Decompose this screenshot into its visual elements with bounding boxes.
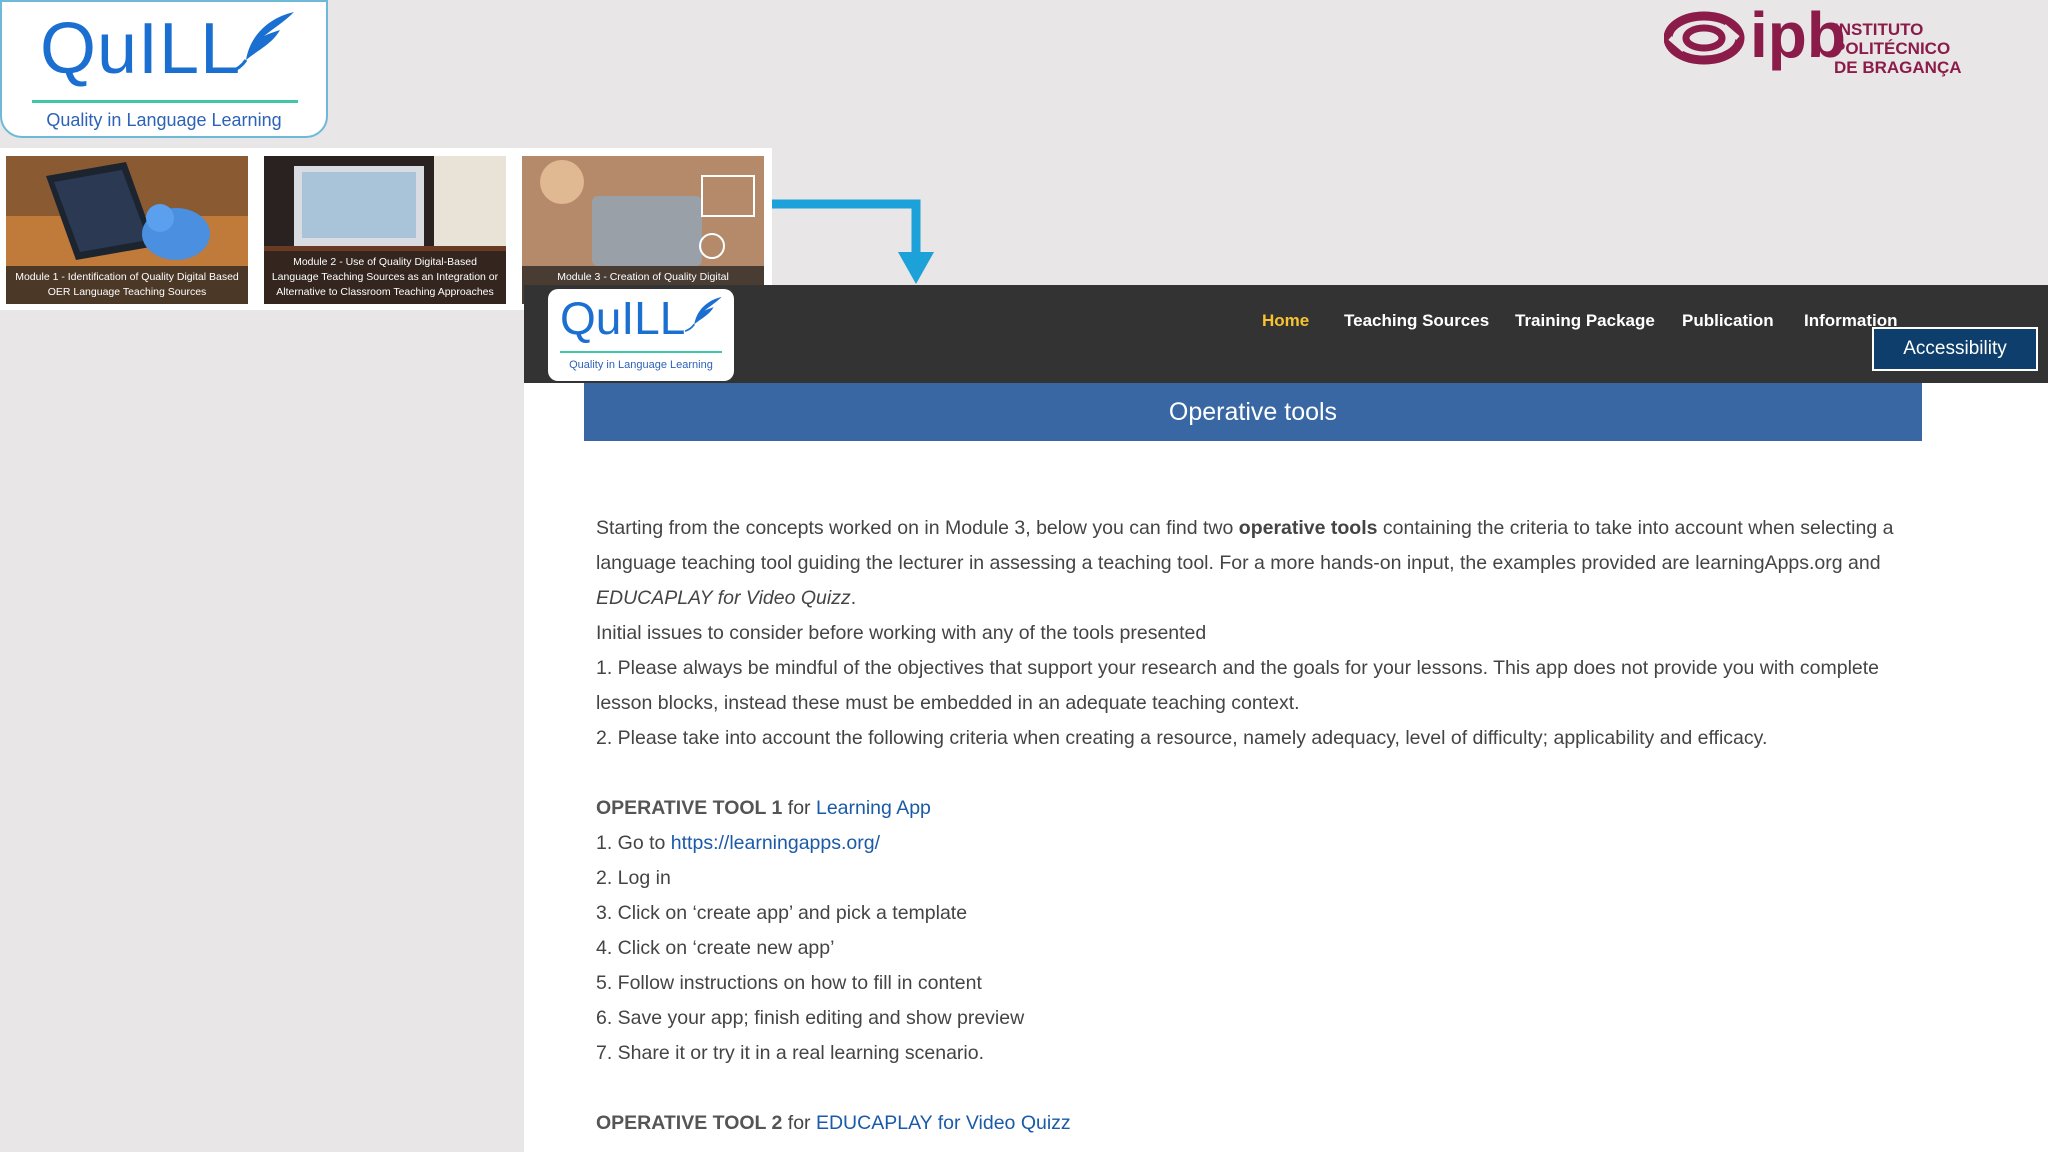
accessibility-button[interactable]: Accessibility bbox=[1872, 327, 2038, 371]
quill-logo-word: QuILL bbox=[40, 9, 242, 89]
article-content: Starting from the concepts worked on in … bbox=[596, 511, 1916, 1141]
intro-paragraph: Starting from the concepts worked on in … bbox=[596, 517, 1894, 609]
ipb-mark: ipb bbox=[1750, 0, 1846, 71]
ipb-name-line2: DE BRAGANÇA bbox=[1834, 58, 1962, 77]
nav-publication[interactable]: Publication bbox=[1682, 311, 1774, 331]
page-title-banner: Operative tools bbox=[584, 383, 1922, 441]
module-3-thumbnail[interactable]: Module 3 - Creation of Quality Digital T… bbox=[522, 156, 764, 304]
ipb-name: INSTITUTO POLITÉCNICO DE BRAGANÇA bbox=[1834, 20, 2044, 77]
ipb-emblem-icon bbox=[1664, 11, 1745, 65]
feather-icon bbox=[229, 12, 294, 74]
ipb-logo: ipb INSTITUTO POLITÉCNICO DE BRAGANÇA bbox=[1664, 0, 2044, 77]
website-page: QuILL Quality in Language Learning Home … bbox=[524, 285, 2048, 1152]
step-6: 6. Save your app; finish editing and sho… bbox=[596, 1007, 1025, 1029]
learningapps-url-link[interactable]: https://learningapps.org/ bbox=[671, 832, 880, 854]
issue-2-text: 2. Please take into account the followin… bbox=[596, 727, 1768, 749]
module-2-thumbnail[interactable]: Module 2 - Use of Quality Digital-Based … bbox=[264, 156, 506, 304]
module-2-caption: Module 2 - Use of Quality Digital-Based … bbox=[264, 251, 506, 304]
step-5: 5. Follow instructions on how to fill in… bbox=[596, 972, 982, 994]
step-1: 1. Go to https://learningapps.org/ bbox=[596, 832, 881, 854]
tool-2-heading: OPERATIVE TOOL 2 for EDUCAPLAY for Video… bbox=[596, 1112, 1071, 1134]
nav-training-package[interactable]: Training Package bbox=[1515, 311, 1655, 331]
step-7: 7. Share it or try it in a real learning… bbox=[596, 1042, 985, 1064]
site-logo-word: QuILL bbox=[560, 292, 686, 344]
arrow-connector bbox=[772, 199, 934, 284]
logo-divider bbox=[32, 100, 298, 103]
initial-issues-text: Initial issues to consider before workin… bbox=[596, 622, 1207, 644]
step-3: 3. Click on ‘create app’ and pick a temp… bbox=[596, 902, 968, 924]
quill-logo: QuILL Quality in Language Learning bbox=[0, 0, 328, 138]
learning-app-link[interactable]: Learning App bbox=[816, 797, 931, 819]
step-4: 4. Click on ‘create new app’ bbox=[596, 937, 835, 959]
site-navbar: QuILL Quality in Language Learning Home … bbox=[524, 285, 2048, 383]
site-logo-divider bbox=[560, 351, 722, 353]
module-1-thumbnail[interactable]: Module 1 - Identification of Quality Dig… bbox=[6, 156, 248, 304]
educaplay-link[interactable]: EDUCAPLAY for Video Quizz bbox=[816, 1112, 1071, 1134]
issue-1-text: 1. Please always be mindful of the objec… bbox=[596, 657, 1880, 714]
site-logo[interactable]: QuILL Quality in Language Learning bbox=[548, 289, 734, 381]
step-2: 2. Log in bbox=[596, 867, 671, 889]
feather-icon bbox=[684, 296, 722, 332]
ipb-name-line1: INSTITUTO POLITÉCNICO bbox=[1834, 20, 1951, 58]
module-1-caption: Module 1 - Identification of Quality Dig… bbox=[6, 266, 248, 304]
nav-home[interactable]: Home bbox=[1262, 311, 1309, 331]
tool-1-heading: OPERATIVE TOOL 1 for Learning App bbox=[596, 797, 931, 819]
nav-teaching-sources[interactable]: Teaching Sources bbox=[1344, 311, 1489, 331]
site-logo-tagline: Quality in Language Learning bbox=[569, 359, 713, 371]
quill-logo-tagline: Quality in Language Learning bbox=[46, 110, 282, 130]
